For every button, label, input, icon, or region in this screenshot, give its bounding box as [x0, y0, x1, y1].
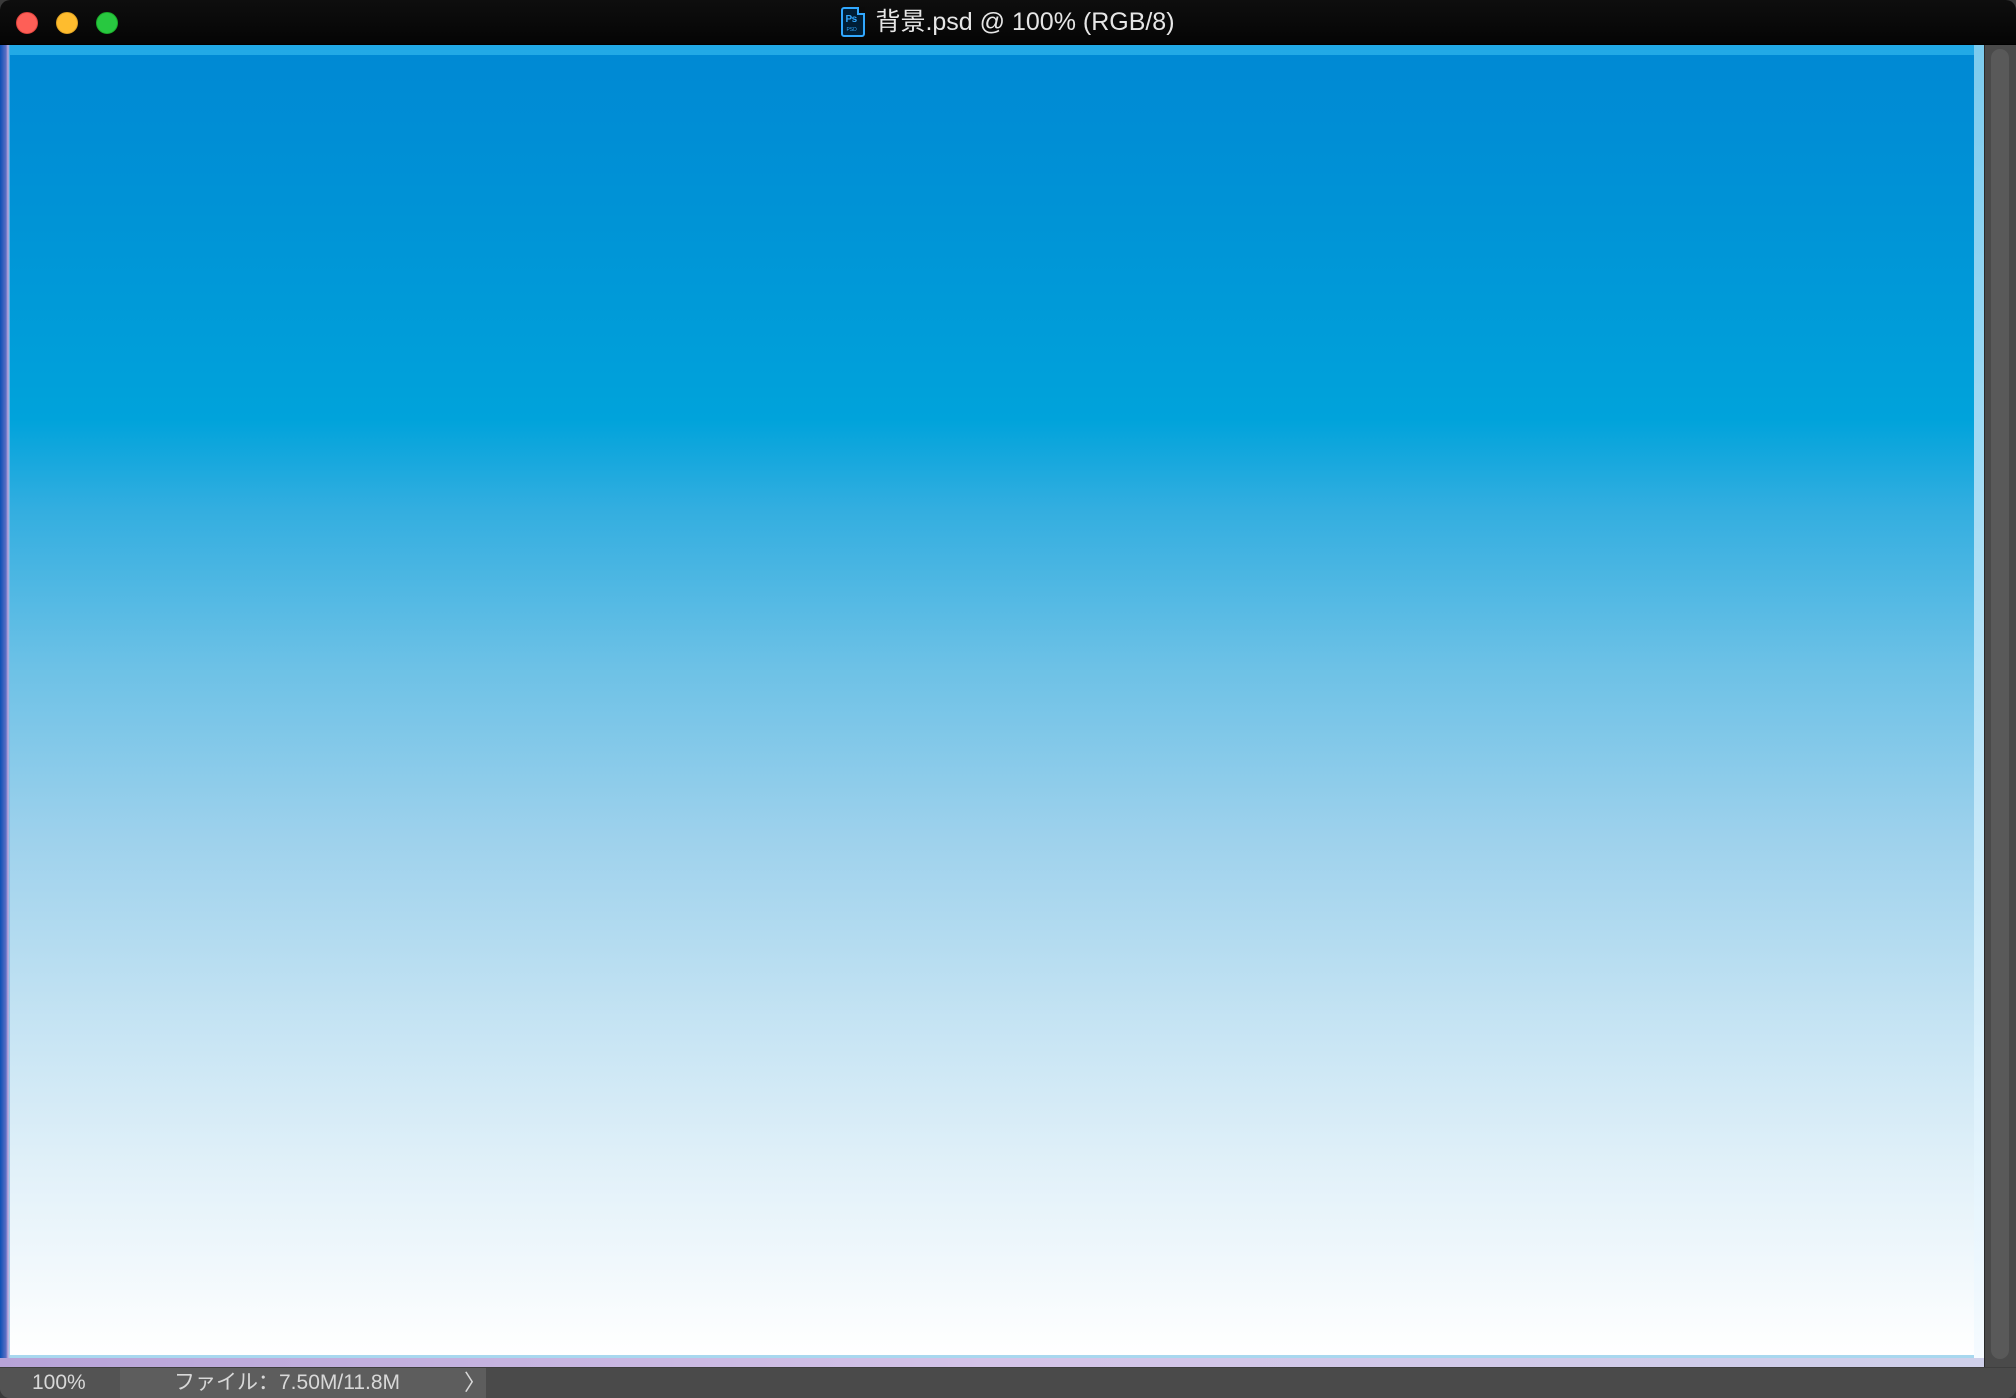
- psd-file-icon-letters: Ps: [845, 14, 857, 25]
- canvas-bevel-right: [1974, 45, 1984, 1364]
- document-window: Ps PSD 背景.psd @ 100% (RGB/8) 100% ファイル：7…: [0, 0, 2016, 1398]
- psd-file-icon-fold: [857, 7, 866, 15]
- status-bar: 100% ファイル：7.50M/11.8M 〉: [0, 1367, 2016, 1398]
- horizontal-scrollbar[interactable]: [486, 1368, 2016, 1398]
- zoom-level-field[interactable]: 100%: [0, 1368, 120, 1398]
- canvas-image[interactable]: [10, 55, 1974, 1355]
- window-title-group: Ps PSD 背景.psd @ 100% (RGB/8): [0, 0, 2016, 44]
- psd-file-icon: Ps PSD: [841, 7, 866, 37]
- psd-file-icon-ext: PSD: [846, 27, 857, 33]
- title-bar[interactable]: Ps PSD 背景.psd @ 100% (RGB/8): [0, 0, 2016, 45]
- chevron-right-icon[interactable]: 〉: [464, 1368, 486, 1398]
- canvas-area[interactable]: [0, 45, 1984, 1367]
- window-title: 背景.psd @ 100% (RGB/8): [875, 8, 1175, 36]
- document-info: ファイル：7.50M/11.8M: [120, 1368, 486, 1398]
- vertical-scrollbar-thumb[interactable]: [1991, 49, 2009, 1359]
- canvas-bevel-bottom: [0, 1358, 1984, 1367]
- vertical-scrollbar[interactable]: [1984, 45, 2016, 1367]
